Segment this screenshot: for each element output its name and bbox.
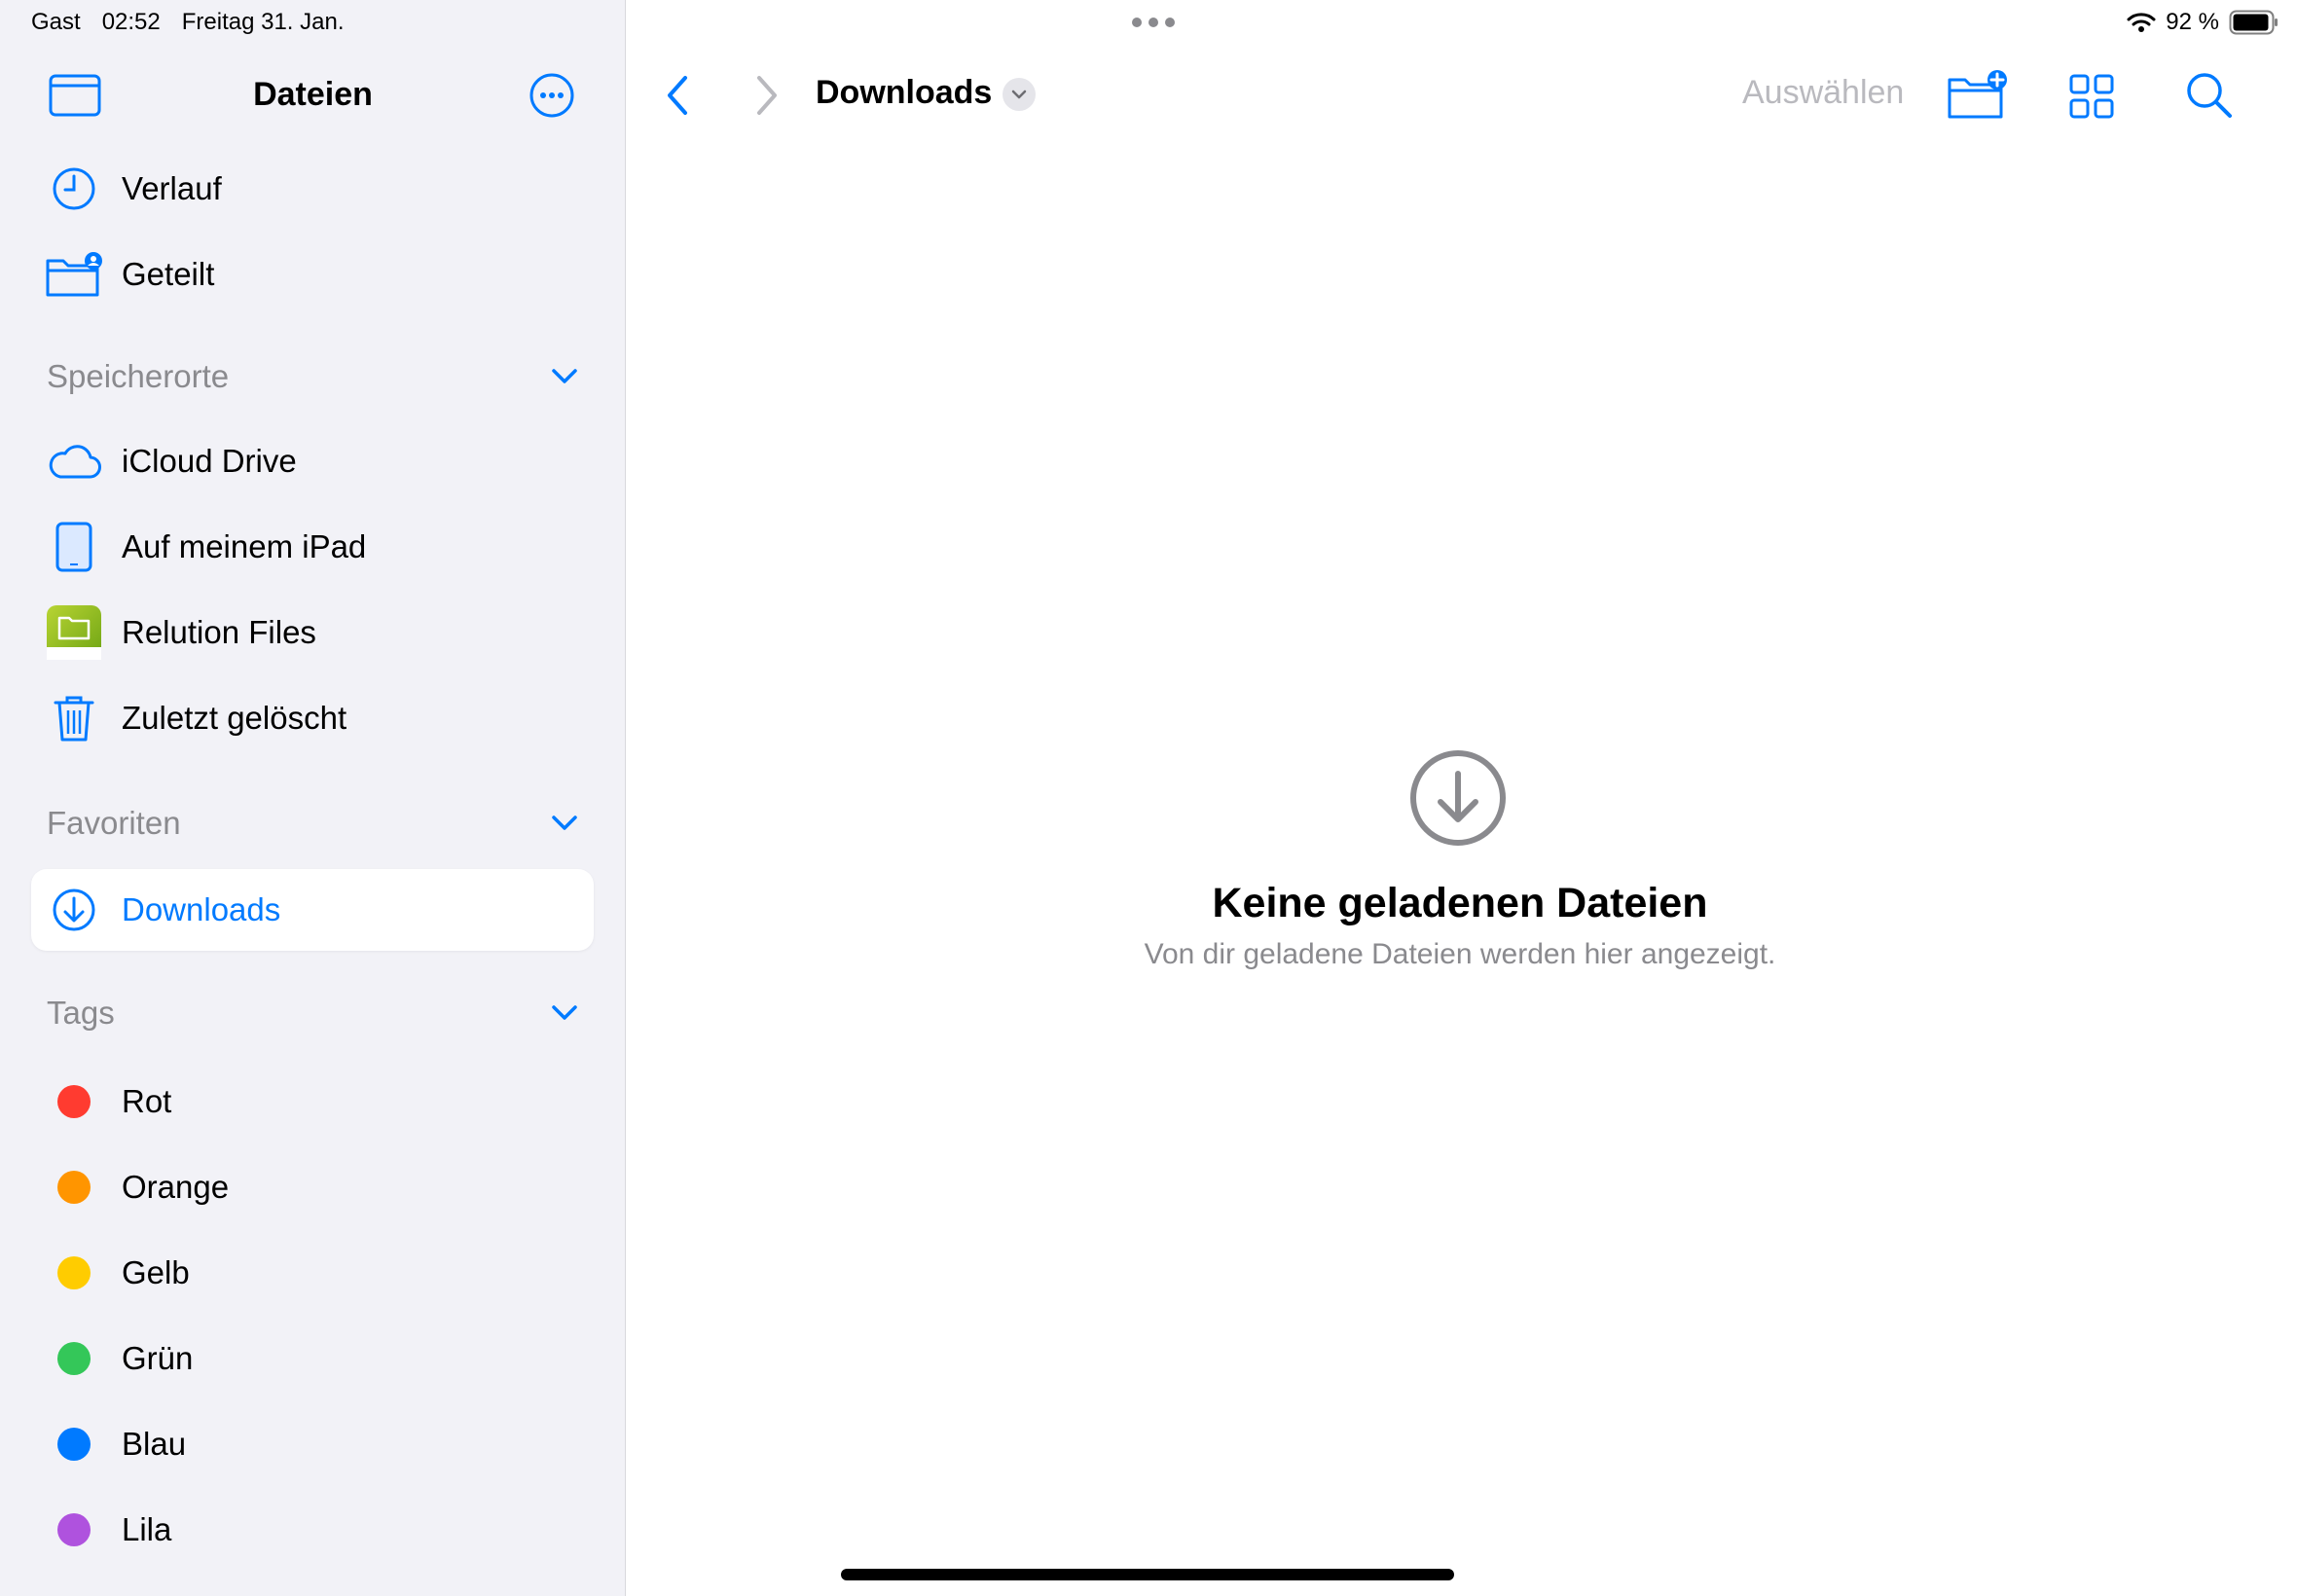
chevron-down-icon[interactable]: [545, 357, 584, 396]
sidebar-item-tag-gelb[interactable]: Gelb: [31, 1232, 594, 1314]
grid-icon: [2069, 74, 2114, 119]
search-icon: [2187, 73, 2232, 118]
tag-color-dot-icon: [57, 1428, 91, 1461]
folder-plus-icon: [1948, 70, 2007, 119]
back-button[interactable]: [654, 70, 701, 121]
battery-percentage: 92 %: [2166, 9, 2219, 35]
sidebar-item-tag-lila[interactable]: Lila: [31, 1489, 594, 1571]
ipad-icon: [45, 518, 103, 576]
sidebar-item-auf-meinem-ipad[interactable]: Auf meinem iPad: [31, 506, 594, 588]
new-folder-button[interactable]: [1947, 68, 2009, 123]
forward-button[interactable]: [744, 70, 790, 121]
sidebar-item-label: Geteilt: [122, 256, 215, 292]
sidebar-item-label: Lila: [122, 1511, 172, 1547]
section-title: Speicherorte: [47, 358, 230, 394]
tag-color-dot-icon: [57, 1342, 91, 1375]
sidebar-header: Dateien: [0, 66, 626, 127]
section-header-favoriten[interactable]: Favoriten: [47, 799, 584, 848]
ellipsis-circle-icon: [529, 73, 574, 118]
chevron-right-icon: [757, 76, 777, 115]
sidebar-item-label: iCloud Drive: [122, 443, 297, 479]
sidebar-item-downloads[interactable]: Downloads: [31, 869, 594, 951]
section-header-tags[interactable]: Tags: [47, 989, 584, 1037]
empty-state-subtitle: Von dir geladene Dateien werden hier ang…: [1144, 938, 1776, 970]
select-button[interactable]: Auswählen: [1742, 74, 1904, 112]
relution-app-icon: [45, 603, 103, 662]
sidebar-item-label: Orange: [122, 1169, 230, 1205]
sidebar-item-label: Relution Files: [122, 614, 316, 650]
tag-color-dot-icon: [57, 1256, 91, 1289]
sidebar-item-label: Zuletzt gelöscht: [122, 700, 347, 736]
sidebar-item-label: Blau: [122, 1426, 187, 1462]
section-title: Tags: [47, 995, 115, 1031]
cloud-icon: [45, 432, 103, 490]
status-bar-right: 92 %: [2127, 6, 2279, 39]
tag-color-dot-icon: [57, 1085, 91, 1118]
location-menu-button[interactable]: [1003, 78, 1036, 111]
more-options-button[interactable]: [529, 72, 575, 119]
chevron-down-icon: [1011, 90, 1027, 99]
view-options-button[interactable]: [2067, 72, 2116, 121]
download-icon: [45, 881, 103, 939]
tag-color-dot-icon: [57, 1171, 91, 1204]
sidebar-item-tag-rot[interactable]: Rot: [31, 1061, 594, 1143]
empty-state-title: Keine geladenen Dateien: [1212, 880, 1708, 926]
sidebar-item-label: Verlauf: [122, 170, 222, 206]
status-date: Freitag 31. Jan.: [181, 9, 345, 35]
status-bar-left: Gast 02:52 Freitag 31. Jan.: [31, 8, 345, 37]
files-app-screen: Gast 02:52 Freitag 31. Jan. Dateien Verl…: [0, 0, 2297, 1596]
sidebar-item-label: Auf meinem iPad: [122, 528, 367, 564]
status-user: Gast: [31, 9, 81, 35]
chevron-down-icon[interactable]: [545, 804, 584, 843]
multitasking-dots-icon[interactable]: [1132, 18, 1175, 27]
section-title: Favoriten: [47, 805, 181, 841]
sidebar-item-label: Rot: [122, 1083, 172, 1119]
home-indicator[interactable]: [841, 1569, 1454, 1580]
tag-color-dot-icon: [57, 1513, 91, 1546]
sidebar-item-label: Grün: [122, 1340, 194, 1376]
sidebar-item-relution-files[interactable]: Relution Files: [31, 592, 594, 673]
sidebar-item-verlauf[interactable]: Verlauf: [31, 148, 594, 230]
chevron-down-icon[interactable]: [545, 994, 584, 1033]
sidebar-item-tag-orange[interactable]: Orange: [31, 1146, 594, 1228]
sidebar-item-tag-blau[interactable]: Blau: [31, 1403, 594, 1485]
shared-folder-icon: [45, 245, 103, 304]
sidebar-item-label: Gelb: [122, 1254, 190, 1290]
section-header-speicherorte[interactable]: Speicherorte: [47, 352, 584, 401]
sidebar-item-label: Downloads: [122, 891, 281, 927]
sidebar-item-geteilt[interactable]: Geteilt: [31, 234, 594, 315]
battery-icon: [2229, 10, 2278, 35]
location-title[interactable]: Downloads: [816, 74, 992, 112]
chevron-left-icon: [668, 76, 687, 115]
status-time: 02:52: [101, 9, 161, 35]
sidebar-item-zuletzt-geloescht[interactable]: Zuletzt gelöscht: [31, 677, 594, 759]
sidebar-item-icloud-drive[interactable]: iCloud Drive: [31, 420, 594, 502]
sidebar: Gast 02:52 Freitag 31. Jan. Dateien Verl…: [0, 0, 626, 1596]
search-button[interactable]: [2184, 70, 2235, 121]
wifi-icon: [2127, 13, 2156, 32]
trash-icon: [45, 689, 103, 747]
clock-icon: [45, 160, 103, 218]
download-circle-icon: [1407, 747, 1509, 849]
sidebar-item-tag-gruen[interactable]: Grün: [31, 1318, 594, 1399]
